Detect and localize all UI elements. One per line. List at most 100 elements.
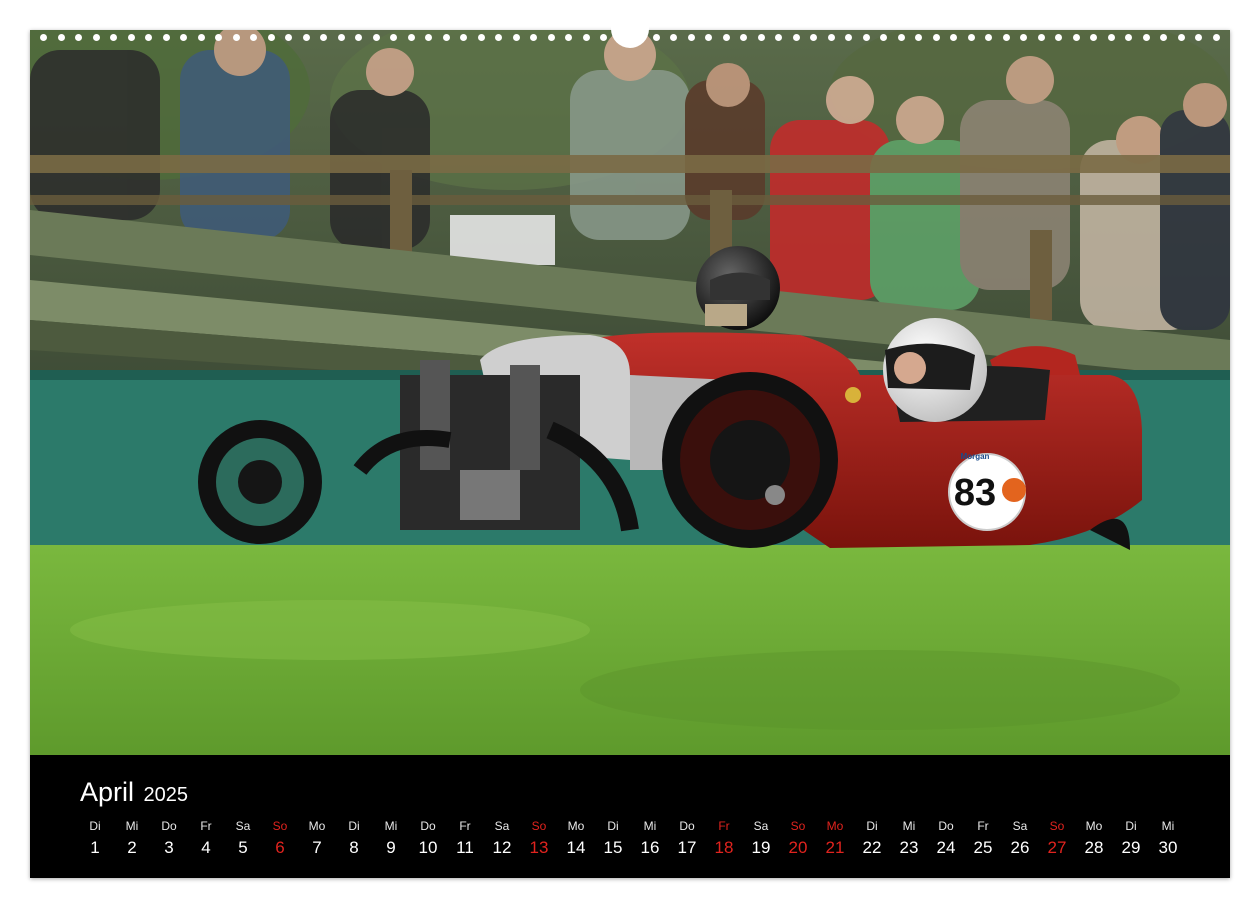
calendar-day: So 13 <box>519 817 559 861</box>
weekday-label: So <box>790 819 806 833</box>
day-number: 24 <box>936 838 956 857</box>
binding-hole <box>57 33 65 41</box>
calendar-day: Mi 23 <box>889 817 929 861</box>
weekday-label: Mo <box>1085 819 1103 833</box>
binding-hole <box>40 33 47 41</box>
calendar-photo: 83 Morgan <box>30 30 1230 755</box>
day-number: 17 <box>677 838 697 857</box>
binding-hole <box>950 33 957 41</box>
binding-hole <box>810 33 817 41</box>
binding-hole <box>372 33 380 41</box>
weekday-label: Sa <box>753 819 769 833</box>
binding-hole <box>722 33 730 41</box>
calendar-day: Di 1 <box>75 817 115 861</box>
day-grid: Di 1 Mi 2 Do 3 Fr 4 Sa 5 So 6 Mo 7 Di 8 Mi 9 Do 10 Fr 11 Sa 12 S… <box>75 817 1185 867</box>
binding-hole <box>1037 33 1045 41</box>
month-name: April <box>80 777 135 807</box>
calendar-day: Di 29 <box>1111 817 1151 861</box>
weekday-label: Fr <box>459 819 471 833</box>
weekday-label: Fr <box>200 819 212 833</box>
roundel-badge-text: Morgan <box>961 452 990 461</box>
binding-hole <box>582 33 590 41</box>
binding-hole <box>1142 33 1150 41</box>
day-number: 9 <box>386 838 396 857</box>
binding-hole <box>1020 33 1027 41</box>
weekday-label: Di <box>348 819 360 833</box>
binding-hole <box>250 33 257 41</box>
calendar-page: 83 Morgan April 2025 Di 1 Mi 2 Do 3 Fr 4 Sa 5 So 6 M… <box>30 16 1230 878</box>
weekday-label: Do <box>420 819 436 833</box>
binding-hole <box>495 33 502 41</box>
day-number: 25 <box>973 838 993 857</box>
day-number: 18 <box>714 838 734 857</box>
calendar-day: Di 15 <box>593 817 633 861</box>
binding-hole <box>530 33 537 41</box>
binding-hole <box>1195 33 1202 41</box>
day-number: 22 <box>862 838 882 857</box>
day-number: 27 <box>1047 838 1067 857</box>
day-number: 28 <box>1084 838 1104 857</box>
day-number: 4 <box>201 838 211 857</box>
binding-hole <box>845 33 852 41</box>
weekday-label: So <box>531 819 547 833</box>
calendar-day: So 27 <box>1037 817 1077 861</box>
day-number: 12 <box>492 838 512 857</box>
day-number: 8 <box>349 838 359 857</box>
weekday-label: Di <box>607 819 619 833</box>
binding-hole <box>302 33 310 41</box>
weekday-label: Mi <box>384 819 398 833</box>
calendar-day: Do 10 <box>408 817 448 861</box>
weekday-label: Fr <box>718 819 730 833</box>
binding-hole <box>1160 33 1167 41</box>
weekday-label: Mo <box>308 819 326 833</box>
binding-hole <box>390 33 397 41</box>
binding-hole <box>425 33 432 41</box>
weekday-label: Do <box>161 819 177 833</box>
binding-hole <box>92 33 100 41</box>
binding-hole <box>1090 33 1097 41</box>
day-number: 23 <box>899 838 919 857</box>
calendar-day: Fr 4 <box>186 817 226 861</box>
binding-hole <box>337 33 345 41</box>
weekday-label: Mi <box>1161 819 1175 833</box>
day-number: 2 <box>127 838 137 857</box>
binding-hole <box>1125 33 1132 41</box>
binding-hole <box>915 33 922 41</box>
binding-hole <box>897 33 905 41</box>
binding-hole <box>740 33 747 41</box>
calendar-day: Mo 7 <box>297 817 337 861</box>
binding-hole <box>687 33 695 41</box>
weekday-label: Mo <box>826 819 844 833</box>
calendar-day: Sa 12 <box>482 817 522 861</box>
binding-hole <box>775 33 782 41</box>
calendar-day: Sa 5 <box>223 817 263 861</box>
calendar-day: Mo 21 <box>815 817 855 861</box>
binding-hole <box>757 33 765 41</box>
binding-hole <box>512 33 520 41</box>
weekday-label: Di <box>866 819 878 833</box>
day-number: 13 <box>529 838 549 857</box>
binding-hole <box>110 33 117 41</box>
day-number: 20 <box>788 838 808 857</box>
binding-hole <box>285 33 292 41</box>
binding-hole <box>1212 33 1220 41</box>
binding-hole <box>197 33 205 41</box>
binding-hole <box>162 33 170 41</box>
binding-hole <box>705 33 712 41</box>
day-number: 29 <box>1121 838 1141 857</box>
calendar-day: Do 24 <box>926 817 966 861</box>
weekday-label: Sa <box>235 819 251 833</box>
calendar-strip: April 20 25 Di 1 Mi 2 Do 3 Fr 4 Sa 5 So 6 Mo 7 Di 8 Mi 9 Do… <box>30 755 1230 878</box>
weekday-label: Mo <box>567 819 585 833</box>
binding-hole <box>967 33 975 41</box>
weekday-label: Do <box>938 819 954 833</box>
calendar-day: So 6 <box>260 817 300 861</box>
binding-hole <box>827 33 835 41</box>
calendar-day: Do 3 <box>149 817 189 861</box>
calendar-day: Di 22 <box>852 817 892 861</box>
day-number: 11 <box>456 838 474 857</box>
calendar-day: Fr 18 <box>704 817 744 861</box>
day-number: 30 <box>1158 838 1178 857</box>
day-number: 26 <box>1010 838 1030 857</box>
binding-hole <box>862 33 870 41</box>
